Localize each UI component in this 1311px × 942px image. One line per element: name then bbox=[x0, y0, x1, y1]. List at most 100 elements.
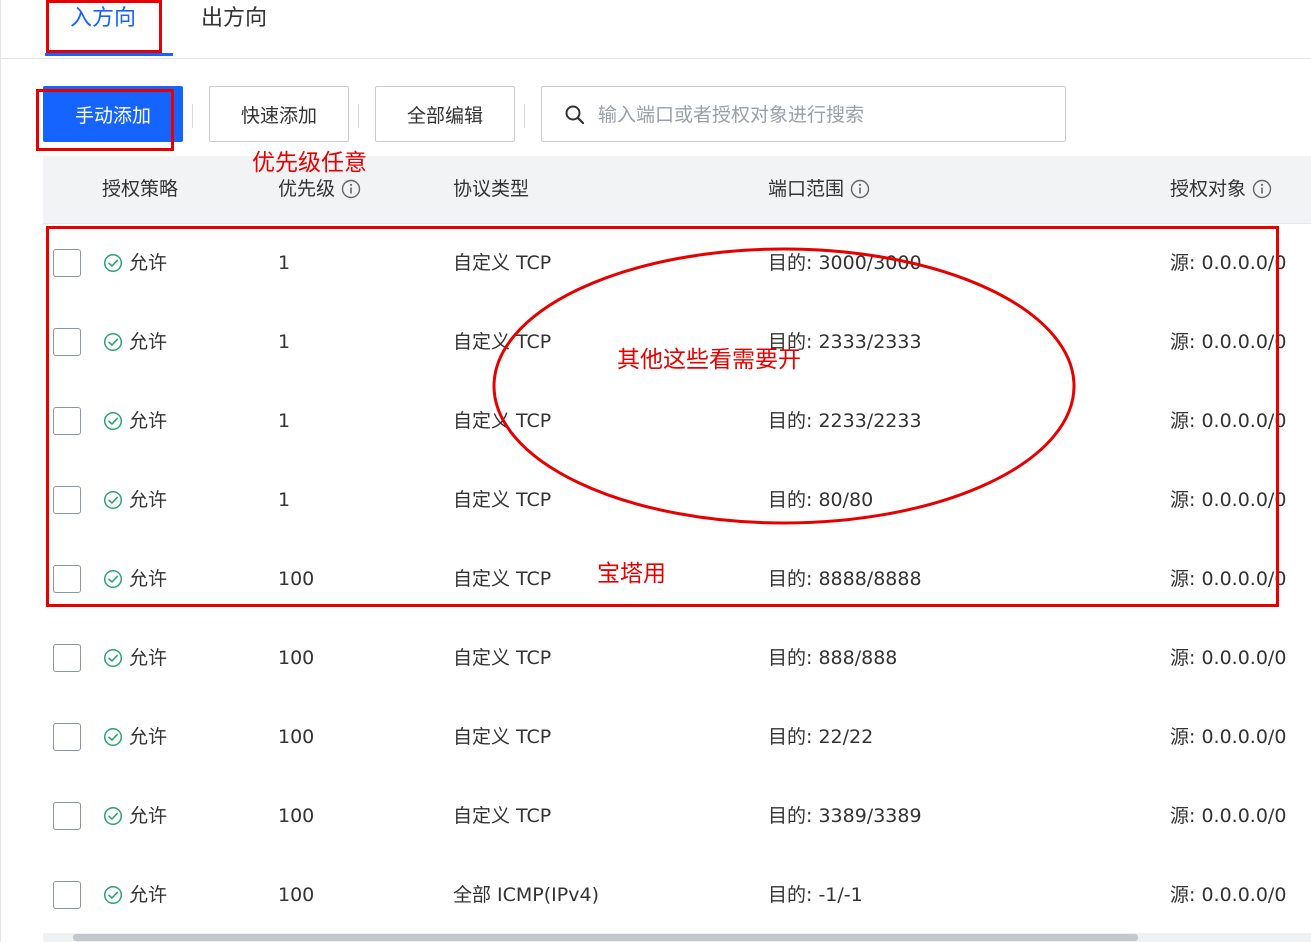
toolbar-divider bbox=[192, 104, 193, 128]
check-circle-icon bbox=[103, 411, 123, 431]
row-checkbox[interactable] bbox=[53, 802, 81, 830]
table-header: 授权策略 优先级 协议类型 端口范围 授权对象 bbox=[43, 156, 1311, 224]
policy-label: 允许 bbox=[129, 568, 168, 590]
info-icon[interactable] bbox=[341, 179, 361, 199]
table-row: 允许 100 自定义 TCP 目的: 3389/3389 源: 0.0.0.0/… bbox=[43, 777, 1311, 857]
auth-object-cell: 源: 0.0.0.0/0 bbox=[1170, 884, 1287, 906]
port-range-cell: 目的: 22/22 bbox=[768, 726, 874, 748]
quick-add-button[interactable]: 快速添加 bbox=[209, 86, 349, 142]
auth-object-cell: 源: 0.0.0.0/0 bbox=[1170, 805, 1287, 827]
auth-object-cell: 源: 0.0.0.0/0 bbox=[1170, 331, 1287, 353]
policy-label: 允许 bbox=[129, 805, 168, 827]
header-priority-label: 优先级 bbox=[278, 178, 336, 200]
port-range-cell: 目的: -1/-1 bbox=[768, 884, 863, 906]
policy-cell: 允许 bbox=[103, 248, 167, 278]
row-checkbox[interactable] bbox=[53, 486, 81, 514]
horizontal-scrollbar[interactable] bbox=[43, 933, 1311, 942]
protocol-cell: 自定义 TCP bbox=[453, 489, 552, 511]
header-policy: 授权策略 bbox=[102, 175, 178, 203]
policy-cell: 允许 bbox=[103, 880, 167, 910]
protocol-cell: 自定义 TCP bbox=[453, 805, 552, 827]
header-priority: 优先级 bbox=[278, 175, 361, 203]
info-icon[interactable] bbox=[1252, 179, 1272, 199]
protocol-cell: 自定义 TCP bbox=[453, 568, 552, 590]
check-circle-icon bbox=[103, 569, 123, 589]
priority-cell: 100 bbox=[278, 647, 315, 669]
header-port-range-label: 端口范围 bbox=[768, 178, 845, 200]
search-box bbox=[541, 86, 1066, 142]
check-circle-icon bbox=[103, 648, 123, 668]
priority-cell: 100 bbox=[278, 726, 315, 748]
policy-cell: 允许 bbox=[103, 327, 167, 357]
table-row: 允许 1 自定义 TCP 目的: 2233/2233 源: 0.0.0.0/0 bbox=[43, 382, 1311, 462]
port-range-cell: 目的: 3389/3389 bbox=[768, 805, 922, 827]
protocol-cell: 自定义 TCP bbox=[453, 726, 552, 748]
port-range-cell: 目的: 888/888 bbox=[768, 647, 898, 669]
protocol-cell: 自定义 TCP bbox=[453, 331, 552, 353]
header-port-range: 端口范围 bbox=[768, 175, 870, 203]
priority-cell: 1 bbox=[278, 410, 291, 432]
active-tab-indicator bbox=[45, 53, 173, 56]
protocol-cell: 全部 ICMP(IPv4) bbox=[453, 884, 599, 906]
check-circle-icon bbox=[103, 727, 123, 747]
manual-add-button[interactable]: 手动添加 bbox=[43, 86, 183, 142]
check-circle-icon bbox=[103, 490, 123, 510]
row-checkbox[interactable] bbox=[53, 249, 81, 277]
tab-outbound[interactable]: 出方向 bbox=[201, 4, 267, 34]
policy-label: 允许 bbox=[129, 884, 168, 906]
table-row: 允许 1 自定义 TCP 目的: 2333/2333 源: 0.0.0.0/0 bbox=[43, 303, 1311, 383]
table-row: 允许 1 自定义 TCP 目的: 80/80 源: 0.0.0.0/0 bbox=[43, 461, 1311, 541]
table-row: 允许 100 自定义 TCP 目的: 888/888 源: 0.0.0.0/0 bbox=[43, 619, 1311, 699]
check-circle-icon bbox=[103, 253, 123, 273]
policy-label: 允许 bbox=[129, 410, 168, 432]
row-checkbox[interactable] bbox=[53, 407, 81, 435]
policy-label: 允许 bbox=[129, 726, 168, 748]
info-icon[interactable] bbox=[850, 179, 870, 199]
header-protocol-label: 协议类型 bbox=[453, 178, 530, 200]
check-circle-icon bbox=[103, 332, 123, 352]
protocol-cell: 自定义 TCP bbox=[453, 647, 552, 669]
policy-label: 允许 bbox=[129, 252, 168, 274]
table-row: 允许 100 自定义 TCP 目的: 22/22 源: 0.0.0.0/0 bbox=[43, 698, 1311, 778]
row-checkbox[interactable] bbox=[53, 328, 81, 356]
policy-cell: 允许 bbox=[103, 564, 167, 594]
priority-cell: 100 bbox=[278, 568, 315, 590]
left-border bbox=[0, 0, 1, 942]
port-range-cell: 目的: 2333/2333 bbox=[768, 331, 922, 353]
check-circle-icon bbox=[103, 806, 123, 826]
priority-cell: 1 bbox=[278, 252, 291, 274]
auth-object-cell: 源: 0.0.0.0/0 bbox=[1170, 489, 1287, 511]
auth-object-cell: 源: 0.0.0.0/0 bbox=[1170, 568, 1287, 590]
policy-cell: 允许 bbox=[103, 643, 167, 673]
policy-cell: 允许 bbox=[103, 722, 167, 752]
tab-inbound[interactable]: 入方向 bbox=[70, 4, 136, 34]
port-range-cell: 目的: 3000/3000 bbox=[768, 252, 922, 274]
protocol-cell: 自定义 TCP bbox=[453, 410, 552, 432]
policy-cell: 允许 bbox=[103, 406, 167, 436]
scrollbar-thumb[interactable] bbox=[73, 934, 1138, 941]
toolbar-divider bbox=[358, 104, 359, 128]
row-checkbox[interactable] bbox=[53, 881, 81, 909]
port-range-cell: 目的: 8888/8888 bbox=[768, 568, 922, 590]
row-checkbox[interactable] bbox=[53, 723, 81, 751]
port-range-cell: 目的: 80/80 bbox=[768, 489, 874, 511]
priority-cell: 1 bbox=[278, 331, 291, 353]
search-input[interactable] bbox=[596, 95, 1055, 135]
header-policy-label: 授权策略 bbox=[102, 178, 179, 200]
policy-label: 允许 bbox=[129, 489, 168, 511]
table-row: 允许 1 自定义 TCP 目的: 3000/3000 源: 0.0.0.0/0 bbox=[43, 224, 1311, 304]
priority-cell: 100 bbox=[278, 884, 315, 906]
policy-cell: 允许 bbox=[103, 801, 167, 831]
toolbar-divider bbox=[524, 104, 525, 128]
header-auth-object-label: 授权对象 bbox=[1170, 178, 1247, 200]
priority-cell: 100 bbox=[278, 805, 315, 827]
row-checkbox[interactable] bbox=[53, 565, 81, 593]
edit-all-button[interactable]: 全部编辑 bbox=[375, 86, 515, 142]
auth-object-cell: 源: 0.0.0.0/0 bbox=[1170, 410, 1287, 432]
protocol-cell: 自定义 TCP bbox=[453, 252, 552, 274]
search-icon bbox=[565, 105, 585, 125]
auth-object-cell: 源: 0.0.0.0/0 bbox=[1170, 726, 1287, 748]
table-row: 允许 100 自定义 TCP 目的: 8888/8888 源: 0.0.0.0/… bbox=[43, 540, 1311, 620]
table-row: 允许 100 全部 ICMP(IPv4) 目的: -1/-1 源: 0.0.0.… bbox=[43, 856, 1311, 936]
row-checkbox[interactable] bbox=[53, 644, 81, 672]
